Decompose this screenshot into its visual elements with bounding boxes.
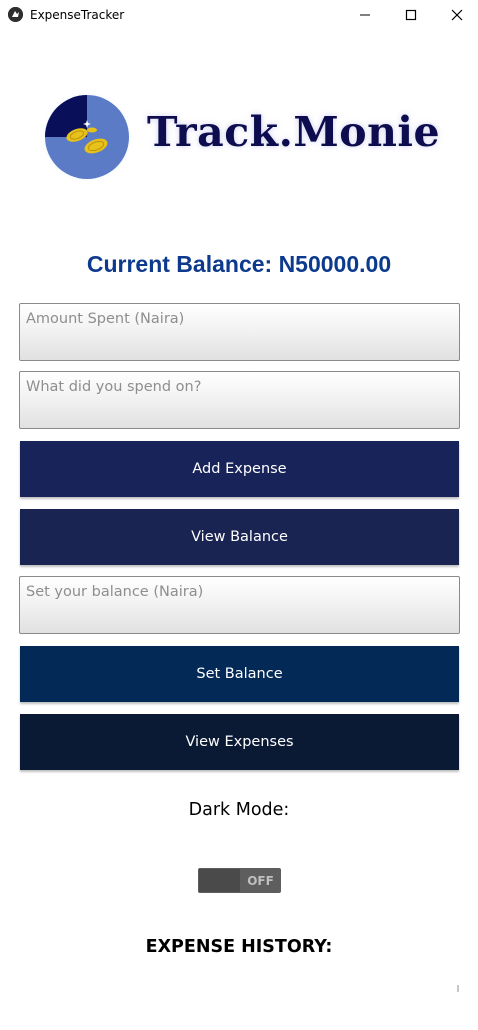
kivy-icon: [8, 7, 23, 22]
view-expenses-button[interactable]: View Expenses: [20, 714, 459, 770]
add-expense-label: Add Expense: [192, 461, 287, 477]
dark-mode-label: Dark Mode:: [188, 800, 290, 820]
scroll-indicator[interactable]: [457, 985, 459, 992]
close-button[interactable]: [434, 0, 478, 30]
view-balance-button[interactable]: View Balance: [20, 509, 459, 565]
set-balance-button[interactable]: Set Balance: [20, 646, 459, 702]
window-title-bar: ExpenseTracker: [0, 0, 478, 30]
toggle-knob[interactable]: [199, 869, 240, 892]
maximize-button[interactable]: [388, 0, 434, 30]
dark-mode-toggle[interactable]: OFF: [198, 868, 281, 893]
pie-chart-coins-icon: [40, 90, 134, 184]
view-balance-label: View Balance: [191, 529, 288, 545]
amount-field[interactable]: Amount Spent (Naira): [19, 303, 460, 361]
minimize-icon: [360, 14, 370, 16]
expense-history-heading: EXPENSE HISTORY:: [145, 937, 333, 957]
add-expense-button[interactable]: Add Expense: [20, 441, 459, 497]
view-expenses-label: View Expenses: [185, 734, 294, 750]
description-placeholder: What did you spend on?: [26, 379, 202, 395]
close-icon: [451, 9, 463, 21]
set-balance-placeholder: Set your balance (Naira): [26, 584, 204, 600]
description-field[interactable]: What did you spend on?: [19, 371, 460, 429]
window-title: ExpenseTracker: [30, 8, 125, 22]
minimize-button[interactable]: [342, 0, 388, 30]
set-balance-label: Set Balance: [196, 666, 283, 682]
maximize-icon: [405, 9, 417, 21]
set-balance-field[interactable]: Set your balance (Naira): [19, 576, 460, 634]
current-balance: Current Balance: N50000.00: [86, 251, 392, 277]
logo-text: Track.Monie: [147, 108, 441, 156]
toggle-state-text: OFF: [247, 873, 274, 888]
amount-placeholder: Amount Spent (Naira): [26, 311, 185, 327]
